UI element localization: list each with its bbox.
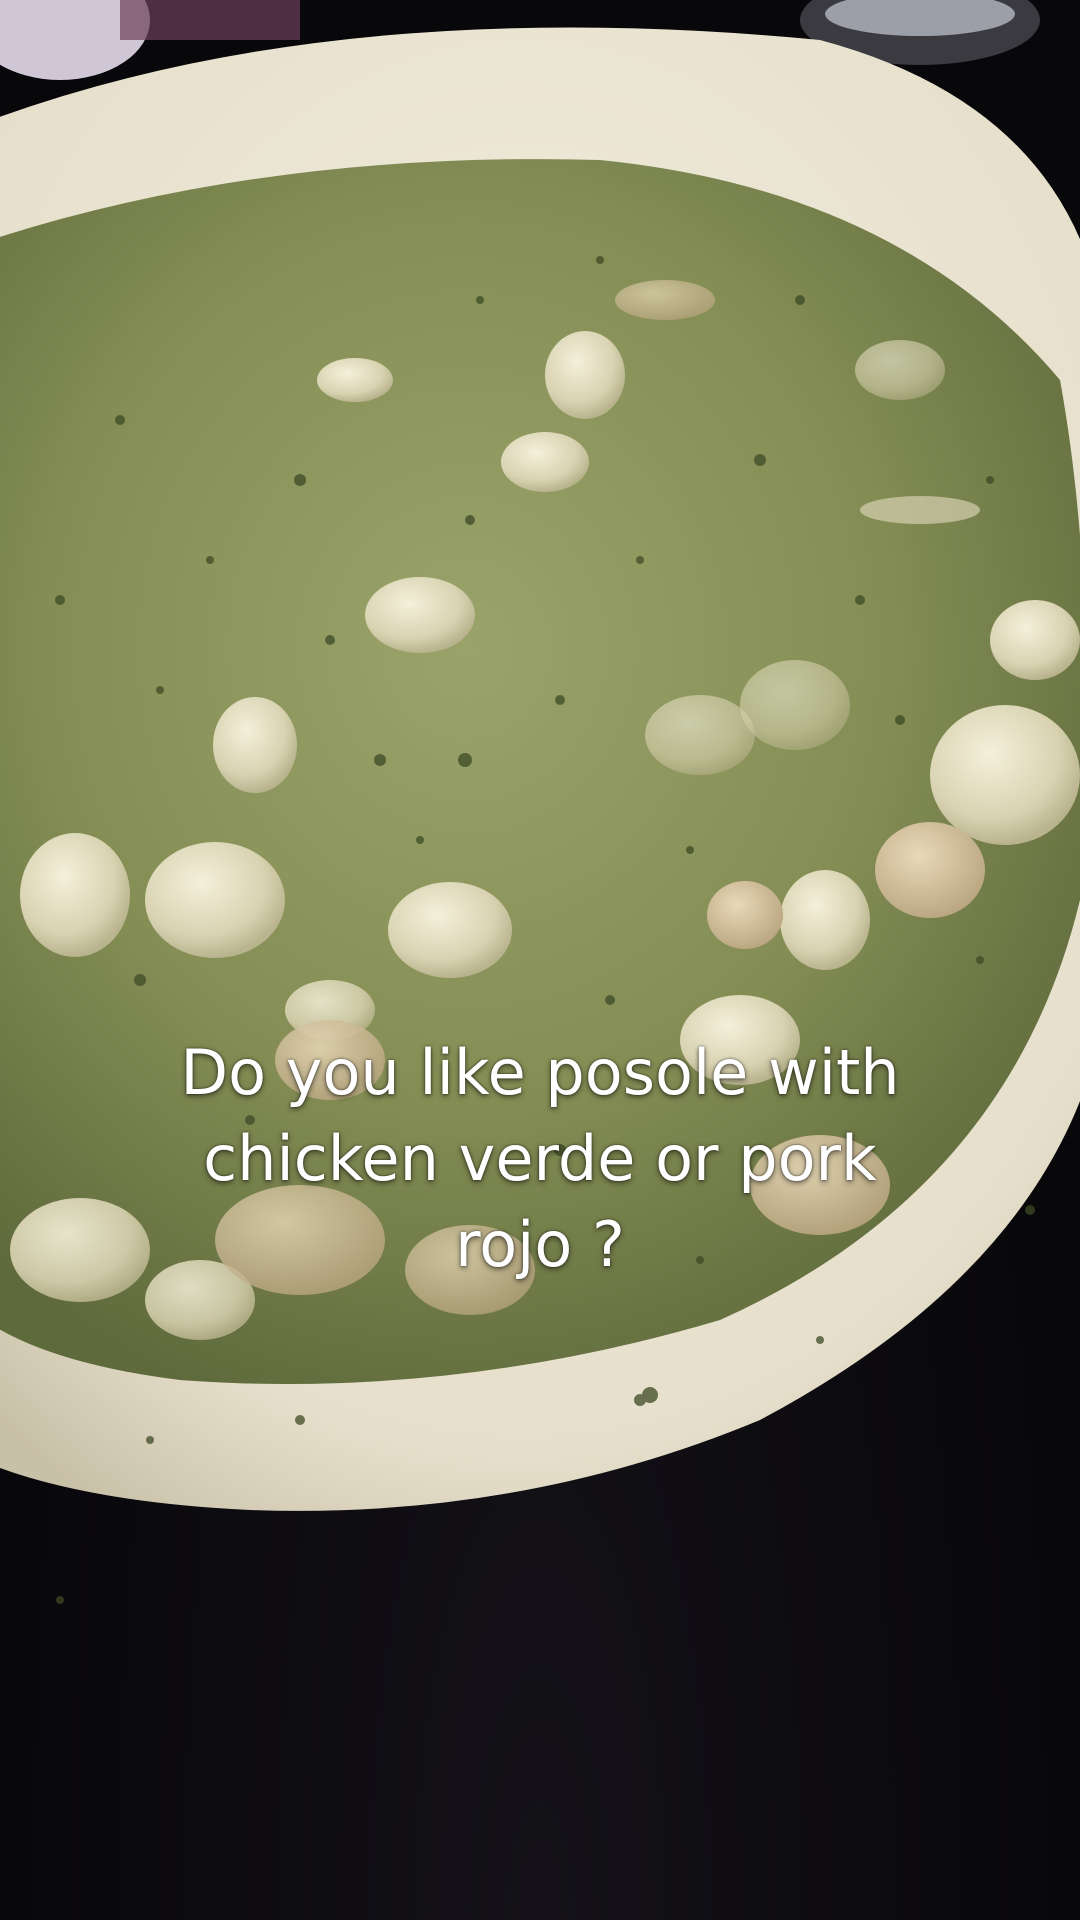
posole-bowl-photo bbox=[0, 0, 1080, 1604]
video-frame: Do you like posole with chicken verde or… bbox=[0, 0, 1080, 1920]
caption-line-1: Do you like posole with bbox=[180, 1036, 900, 1109]
video-caption: Do you like posole with chicken verde or… bbox=[90, 1030, 990, 1288]
cloth-edge bbox=[120, 0, 300, 40]
caption-line-3: rojo ? bbox=[455, 1208, 625, 1281]
caption-line-2: chicken verde or pork bbox=[203, 1122, 877, 1195]
